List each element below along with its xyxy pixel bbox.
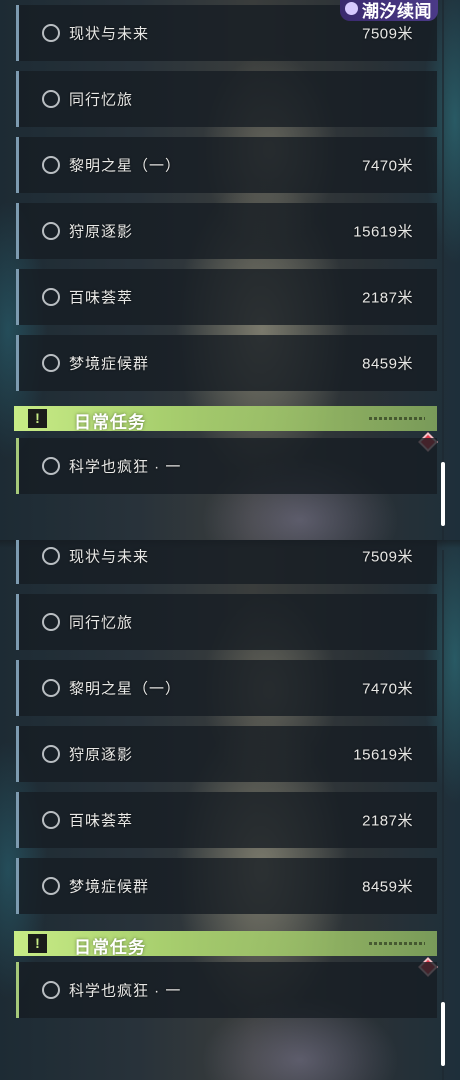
quest-name: 百味荟萃 — [69, 812, 134, 830]
scrollbar-track[interactable] — [442, 0, 444, 540]
radio-circle-icon — [42, 156, 60, 174]
daily-quest-header[interactable]: ! 日常任务 — [14, 406, 437, 432]
section-title: 日常任务 — [74, 938, 146, 957]
section-title: 日常任务 — [74, 413, 146, 432]
quest-distance: 7509米 — [362, 548, 413, 566]
exclamation-icon: ! — [28, 409, 47, 428]
quest-item-liming[interactable]: 黎明之星（一） 7470米 — [16, 137, 437, 193]
quest-item-mengjing[interactable]: 梦境症候群 8459米 — [16, 335, 437, 391]
quest-list-panel: 现状与未来 7509米 同行忆旅 黎明之星（一） 7470米 狩原逐影 1561… — [0, 0, 460, 540]
radio-circle-icon — [42, 547, 60, 565]
scrollbar-track[interactable] — [442, 550, 444, 1080]
radio-circle-icon — [42, 811, 60, 829]
header-decoration — [369, 942, 425, 945]
radio-circle-icon — [42, 354, 60, 372]
brand-logo-icon — [345, 2, 358, 15]
quest-distance: 15619米 — [353, 746, 413, 764]
quest-item-baiwei[interactable]: 百味荟萃 2187米 — [16, 792, 437, 848]
radio-circle-icon — [42, 222, 60, 240]
quest-name: 科学也疯狂 · 一 — [69, 458, 182, 476]
radio-circle-icon — [42, 745, 60, 763]
quest-item-baiwei[interactable]: 百味荟萃 2187米 — [16, 269, 437, 325]
radio-circle-icon — [42, 981, 60, 999]
radio-circle-icon — [42, 90, 60, 108]
quest-item-shouyuan[interactable]: 狩原逐影 15619米 — [16, 203, 437, 259]
quest-item-tongxing[interactable]: 同行忆旅 — [16, 71, 437, 127]
quest-name: 黎明之星（一） — [69, 157, 182, 175]
quest-name: 百味荟萃 — [69, 289, 134, 307]
brand-name: 潮汐续闻 — [362, 2, 432, 21]
quest-item-xianzhuang[interactable]: 现状与未来 7509米 — [16, 540, 437, 584]
quest-name: 同行忆旅 — [69, 614, 134, 632]
quest-item-shouyuan[interactable]: 狩原逐影 15619米 — [16, 726, 437, 782]
quest-item-daily-science[interactable]: 科学也疯狂 · 一 — [16, 438, 437, 494]
quest-name: 狩原逐影 — [69, 223, 134, 241]
exclamation-icon: ! — [28, 934, 47, 953]
quest-name: 梦境症候群 — [69, 355, 150, 373]
quest-item-tongxing[interactable]: 同行忆旅 — [16, 594, 437, 650]
quest-item-mengjing[interactable]: 梦境症候群 8459米 — [16, 858, 437, 914]
quest-distance: 15619米 — [353, 223, 413, 241]
quest-name: 科学也疯狂 · 一 — [69, 982, 182, 1000]
radio-circle-icon — [42, 877, 60, 895]
quest-name: 同行忆旅 — [69, 91, 134, 109]
quest-distance: 8459米 — [362, 355, 413, 373]
scrollbar-thumb[interactable] — [441, 1002, 445, 1066]
quest-name: 现状与未来 — [69, 548, 150, 566]
quest-name: 狩原逐影 — [69, 746, 134, 764]
quest-name: 黎明之星（一） — [69, 680, 182, 698]
quest-distance: 2187米 — [362, 812, 413, 830]
daily-quest-header[interactable]: ! 日常任务 — [14, 931, 437, 957]
header-decoration — [369, 417, 425, 420]
quest-name: 梦境症候群 — [69, 878, 150, 896]
radio-circle-icon — [42, 679, 60, 697]
quest-distance: 7509米 — [362, 25, 413, 43]
quest-list-panel: 现状与未来 7509米 同行忆旅 黎明之星（一） 7470米 狩原逐影 1561… — [0, 540, 460, 1080]
quest-item-daily-science[interactable]: 科学也疯狂 · 一 — [16, 962, 437, 1018]
radio-circle-icon — [42, 288, 60, 306]
radio-circle-icon — [42, 24, 60, 42]
scrollbar-thumb[interactable] — [441, 462, 445, 526]
quest-distance: 7470米 — [362, 157, 413, 175]
quest-distance: 2187米 — [362, 289, 413, 307]
radio-circle-icon — [42, 613, 60, 631]
quest-distance: 7470米 — [362, 680, 413, 698]
quest-item-liming[interactable]: 黎明之星（一） 7470米 — [16, 660, 437, 716]
quest-name: 现状与未来 — [69, 25, 150, 43]
radio-circle-icon — [42, 457, 60, 475]
brand-badge: 潮汐续闻 — [340, 0, 438, 21]
quest-distance: 8459米 — [362, 878, 413, 896]
